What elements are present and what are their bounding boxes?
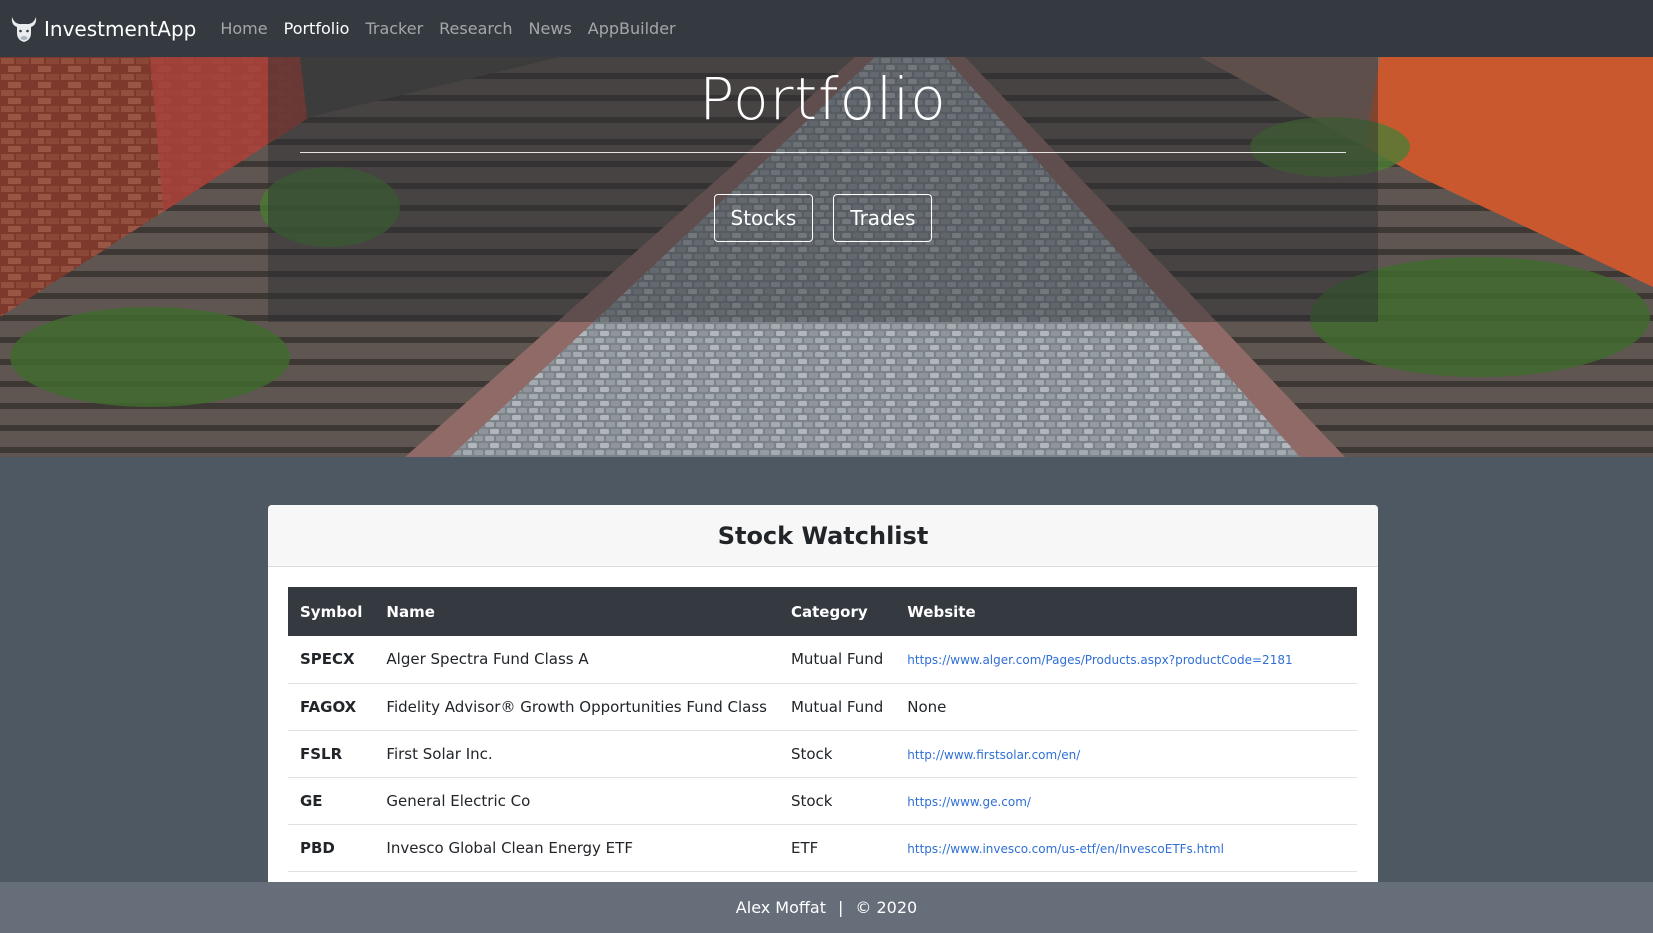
- table-row[interactable]: FAGOX Fidelity Advisor® Growth Opportuni…: [288, 683, 1357, 731]
- symbol-cell: SPECX: [288, 636, 375, 684]
- symbol-cell: FAGOX: [288, 683, 375, 731]
- page-title: Portfolio: [699, 65, 947, 133]
- column-header-website[interactable]: Website: [895, 587, 1357, 636]
- category-cell: Stock: [778, 730, 896, 778]
- table-row[interactable]: FSLR First Solar Inc. Stock http://www.f…: [288, 730, 1357, 778]
- website-link[interactable]: https://www.ge.com/: [907, 795, 1031, 809]
- table-row[interactable]: PBD Invesco Global Clean Energy ETF ETF …: [288, 824, 1357, 872]
- hero-banner: Portfolio Stocks Trades: [0, 57, 1653, 457]
- category-cell: ETF: [778, 824, 896, 872]
- watchlist-card: Stock Watchlist Symbol Name Category Web…: [268, 505, 1378, 882]
- symbol-cell: FSLR: [288, 730, 375, 778]
- watchlist-title: Stock Watchlist: [717, 521, 929, 550]
- symbol-cell: GE: [288, 777, 375, 825]
- nav-research[interactable]: Research: [431, 19, 520, 38]
- top-navbar: InvestmentApp Home Portfolio Tracker Res…: [0, 0, 1653, 57]
- website-cell: https://www.invesco.com/us-etf/en/Invesc…: [895, 824, 1357, 872]
- watchlist-card-body: Symbol Name Category Website SPECX Alger…: [268, 567, 1378, 872]
- watchlist-table: Symbol Name Category Website SPECX Alger…: [288, 587, 1357, 872]
- category-cell: Mutual Fund: [778, 683, 896, 731]
- nav-home[interactable]: Home: [212, 19, 275, 38]
- page-footer: Alex Moffat | © 2020: [0, 882, 1653, 933]
- brand-link[interactable]: InvestmentApp: [8, 13, 196, 45]
- website-cell: http://www.firstsolar.com/en/: [895, 730, 1357, 778]
- column-header-name[interactable]: Name: [374, 587, 779, 636]
- brand-name: InvestmentApp: [44, 16, 197, 41]
- category-cell: Mutual Fund: [778, 636, 896, 684]
- hero-divider: [300, 152, 1346, 153]
- stocks-button[interactable]: Stocks: [713, 194, 814, 242]
- footer-copyright: © 2020: [855, 898, 918, 917]
- name-cell: Invesco Global Clean Energy ETF: [374, 824, 779, 872]
- category-cell: Stock: [778, 777, 896, 825]
- nav-appbuilder[interactable]: AppBuilder: [580, 19, 684, 38]
- footer-author: Alex Moffat: [735, 898, 826, 917]
- website-cell: None: [895, 683, 1357, 731]
- name-cell: First Solar Inc.: [374, 730, 779, 778]
- name-cell: Fidelity Advisor® Growth Opportunities F…: [374, 683, 779, 731]
- nav-tracker[interactable]: Tracker: [357, 19, 431, 38]
- website-link[interactable]: https://www.invesco.com/us-etf/en/Invesc…: [907, 842, 1224, 856]
- table-row[interactable]: GE General Electric Co Stock https://www…: [288, 777, 1357, 825]
- column-header-category[interactable]: Category: [779, 587, 895, 636]
- table-row[interactable]: SPECX Alger Spectra Fund Class A Mutual …: [288, 636, 1357, 684]
- trades-button[interactable]: Trades: [833, 194, 933, 242]
- symbol-cell: PBD: [288, 824, 375, 872]
- bull-logo-icon: [11, 16, 37, 42]
- name-cell: General Electric Co: [374, 777, 779, 825]
- nav-news[interactable]: News: [521, 19, 580, 38]
- hero-button-group: Stocks Trades: [268, 194, 1378, 242]
- website-cell: https://www.alger.com/Pages/Products.asp…: [895, 636, 1357, 684]
- website-link[interactable]: http://www.firstsolar.com/en/: [907, 748, 1080, 762]
- nav-portfolio[interactable]: Portfolio: [276, 19, 358, 38]
- name-cell: Alger Spectra Fund Class A: [374, 636, 779, 684]
- footer-separator: |: [838, 898, 844, 917]
- column-header-symbol[interactable]: Symbol: [288, 587, 374, 636]
- watchlist-card-header: Stock Watchlist: [268, 505, 1378, 567]
- website-link[interactable]: https://www.alger.com/Pages/Products.asp…: [907, 653, 1292, 667]
- website-cell: https://www.ge.com/: [895, 777, 1357, 825]
- table-header-row: Symbol Name Category Website: [288, 587, 1357, 636]
